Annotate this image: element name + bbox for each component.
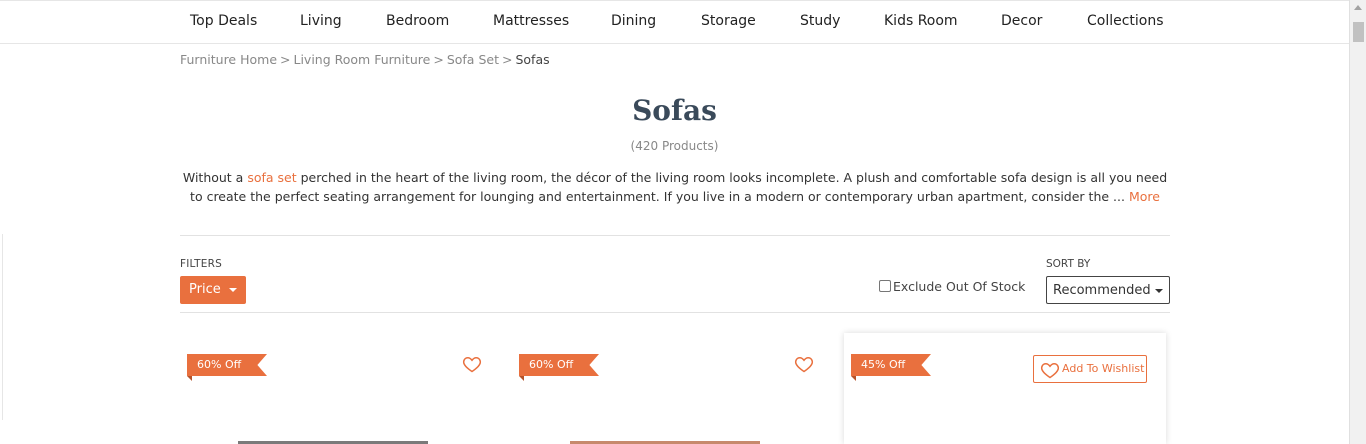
heart-icon[interactable] [462,354,482,374]
more-link[interactable]: More [1129,189,1160,204]
sort-label: SORT BY [1046,258,1091,270]
product-count: (420 Products) [630,139,719,153]
add-to-wishlist-button[interactable]: Add To Wishlist [1033,355,1147,383]
exclude-out-of-stock[interactable]: Exclude Out Of Stock [879,279,1025,294]
nav-collections[interactable]: Collections [1087,13,1164,29]
sort-select[interactable]: Recommended [1046,276,1170,304]
caret-down-icon [229,288,237,292]
scrollbar-thumb[interactable] [1353,22,1364,42]
breadcrumb-separator: > [280,52,291,67]
discount-ribbon: 60% Off [187,354,267,376]
top-navigation: Top Deals Living Bedroom Mattresses Dini… [0,0,1349,44]
breadcrumb-living-room-furniture[interactable]: Living Room Furniture [294,52,431,67]
exclude-out-of-stock-label: Exclude Out Of Stock [893,279,1026,294]
breadcrumb-furniture-home[interactable]: Furniture Home [180,52,277,67]
breadcrumb-separator: > [433,52,444,67]
product-card[interactable]: 60% Off [512,333,832,444]
description-text: perched in the heart of the living room,… [190,170,1168,204]
nav-storage[interactable]: Storage [701,13,756,29]
discount-ribbon: 60% Off [519,354,599,376]
heart-icon[interactable] [794,354,814,374]
ribbon-fold [519,376,524,381]
nav-decor[interactable]: Decor [1001,13,1042,29]
nav-study[interactable]: Study [800,13,840,29]
breadcrumb: Furniture Home > Living Room Furniture > Sof… [180,52,550,67]
left-edge-panel [0,234,3,420]
breadcrumb-current: Sofas [515,52,550,67]
add-to-wishlist-label: Add To Wishlist [1062,362,1145,375]
description-prefix: Without a [182,170,248,185]
divider [180,312,1170,313]
scroll-up-arrow-icon[interactable] [1354,5,1362,10]
heart-icon [1040,362,1060,379]
nav-kids-room[interactable]: Kids Room [884,13,958,29]
page-title: Sofas [632,94,717,127]
product-card[interactable]: 60% Off [180,333,500,444]
nav-dining[interactable]: Dining [611,13,656,29]
breadcrumb-sofa-set[interactable]: Sofa Set [447,52,499,67]
filters-label: FILTERS [180,258,222,270]
breadcrumb-separator: > [501,52,513,67]
discount-ribbon: 45% Off [851,354,931,376]
sofa-set-link[interactable]: sofa set [247,170,296,185]
price-filter-button[interactable]: Price [180,276,246,304]
sort-selected-value: Recommended [1053,283,1151,298]
caret-down-icon [1155,289,1163,293]
nav-mattresses[interactable]: Mattresses [493,13,569,29]
product-card[interactable]: 45% Off Add To Wishlist [844,333,1166,444]
ribbon-fold [187,376,192,381]
nav-living[interactable]: Living [300,13,342,29]
nav-top-deals[interactable]: Top Deals [190,13,257,29]
ribbon-fold [851,376,856,381]
page-scrollbar[interactable] [1349,0,1366,444]
nav-bedroom[interactable]: Bedroom [386,13,449,29]
exclude-out-of-stock-checkbox[interactable] [879,280,891,292]
divider [180,235,1170,236]
price-filter-label: Price [189,282,221,297]
category-description: Without a sofa set perched in the heart … [180,169,1170,206]
